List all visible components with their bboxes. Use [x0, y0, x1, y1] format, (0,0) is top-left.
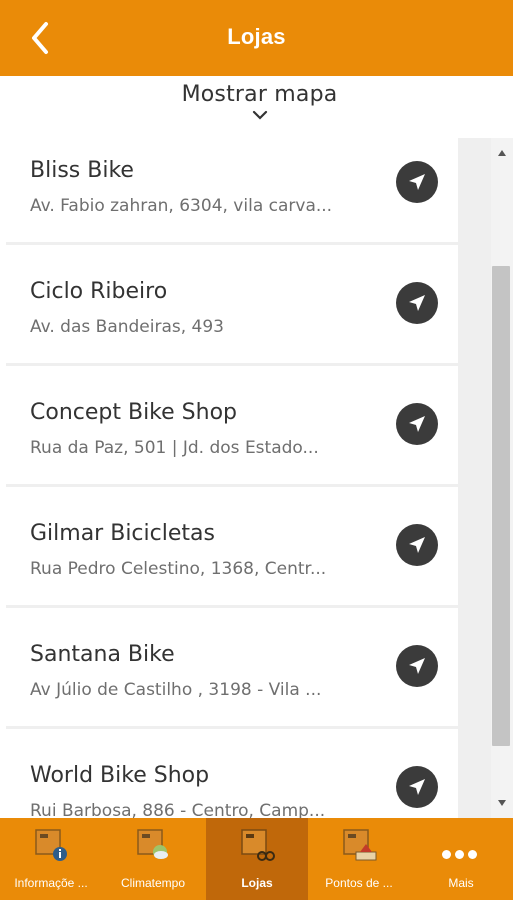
weather-icon: [137, 829, 168, 859]
navigate-button[interactable]: [396, 766, 438, 808]
navigation-arrow-icon: [409, 658, 425, 674]
tab-label: Informaçõe ...: [14, 876, 88, 890]
tab-mais[interactable]: Mais: [410, 818, 512, 900]
navigation-arrow-icon: [409, 174, 425, 190]
tab-lojas[interactable]: Lojas: [206, 818, 308, 900]
store-name: Gilmar Bicicletas: [30, 521, 215, 546]
tab-label: Pontos de ...: [325, 876, 393, 890]
store-address: Av. das Bandeiras, 493: [30, 317, 224, 337]
chevron-down-icon: [252, 110, 267, 120]
store-item[interactable]: Gilmar Bicicletas Rua Pedro Celestino, 1…: [6, 487, 458, 605]
store-icon: [241, 829, 275, 861]
tab-climatempo[interactable]: Climatempo: [102, 818, 204, 900]
store-name: World Bike Shop: [30, 763, 210, 788]
store-address: Av Júlio de Castilho , 3198 - Vila ...: [30, 680, 322, 700]
store-address: Rua da Paz, 501 | Jd. dos Estado...: [30, 438, 319, 458]
tab-label: Lojas: [241, 876, 273, 890]
tab-informacoes[interactable]: Informaçõe ...: [0, 818, 102, 900]
navigation-arrow-icon: [409, 537, 425, 553]
more-icon: [440, 846, 479, 864]
tab-label: Climatempo: [120, 876, 186, 890]
store-name: Concept Bike Shop: [30, 400, 238, 425]
store-item[interactable]: Santana Bike Av Júlio de Castilho , 3198…: [6, 608, 458, 726]
scroll-down-arrow-icon[interactable]: [498, 800, 506, 806]
show-map-label: Mostrar mapa: [181, 82, 338, 107]
points-icon: [343, 829, 377, 861]
page-title: Lojas: [227, 24, 286, 49]
store-address: Rui Barbosa, 886 - Centro, Camp...: [30, 801, 326, 818]
store-list[interactable]: Bliss Bike Av. Fabio zahran, 6304, vila …: [6, 138, 491, 818]
app-header: Lojas: [0, 0, 513, 76]
scrollbar-thumb[interactable]: [492, 266, 510, 746]
tab-pontos[interactable]: Pontos de ...: [308, 818, 410, 900]
store-item[interactable]: Bliss Bike Av. Fabio zahran, 6304, vila …: [6, 138, 458, 242]
store-name: Santana Bike: [30, 642, 175, 667]
navigate-button[interactable]: [396, 282, 438, 324]
store-item[interactable]: Ciclo Ribeiro Av. das Bandeiras, 493: [6, 245, 458, 363]
navigate-button[interactable]: [396, 524, 438, 566]
navigate-button[interactable]: [396, 161, 438, 203]
tab-label: Mais: [448, 876, 474, 890]
navigation-arrow-icon: [409, 295, 425, 311]
navigation-arrow-icon: [409, 779, 425, 795]
show-map-toggle[interactable]: Mostrar mapa: [6, 76, 513, 138]
bottom-tab-bar: Informaçõe ... Climatempo Lojas Pontos d…: [0, 818, 513, 900]
store-address: Av. Fabio zahran, 6304, vila carva...: [30, 196, 333, 216]
navigate-button[interactable]: [396, 403, 438, 445]
store-name: Bliss Bike: [30, 158, 134, 183]
scroll-up-arrow-icon[interactable]: [498, 150, 506, 156]
info-icon: [35, 829, 67, 861]
navigation-arrow-icon: [409, 416, 425, 432]
list-scrollbar[interactable]: [491, 138, 513, 818]
store-name: Ciclo Ribeiro: [30, 279, 168, 304]
navigate-button[interactable]: [396, 645, 438, 687]
store-item[interactable]: Concept Bike Shop Rua da Paz, 501 | Jd. …: [6, 366, 458, 484]
store-item[interactable]: World Bike Shop Rui Barbosa, 886 - Centr…: [6, 729, 458, 818]
store-address: Rua Pedro Celestino, 1368, Centr...: [30, 559, 327, 579]
